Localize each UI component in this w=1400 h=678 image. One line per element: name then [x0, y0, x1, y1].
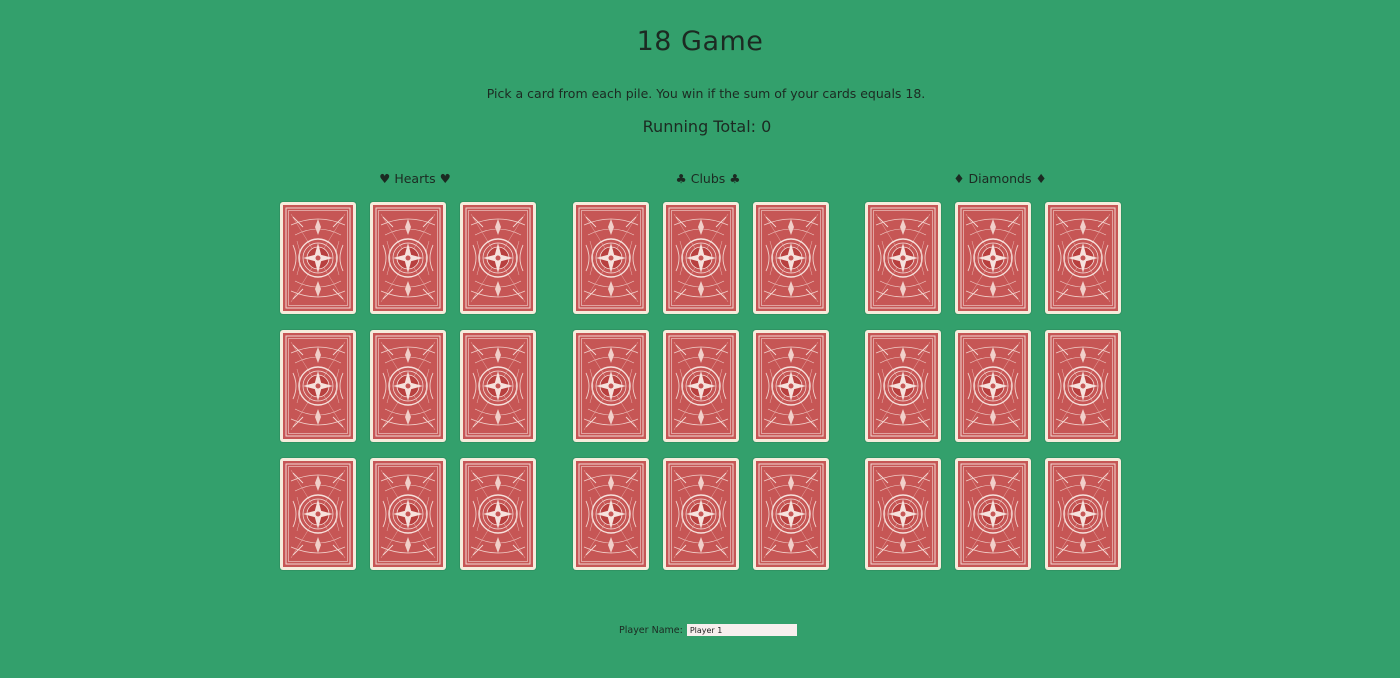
card-back[interactable]: [280, 330, 356, 442]
player-name-row: Player Name:: [619, 624, 797, 636]
card-back[interactable]: [753, 202, 829, 314]
pile-hearts: ♥ Hearts ♥: [280, 170, 550, 570]
card-back[interactable]: [460, 330, 536, 442]
card-back[interactable]: [865, 330, 941, 442]
pile-diamonds: ♦ Diamonds ♦: [865, 170, 1135, 570]
card-back[interactable]: [955, 330, 1031, 442]
card-back[interactable]: [460, 458, 536, 570]
card-back[interactable]: [955, 458, 1031, 570]
card-back[interactable]: [1045, 458, 1121, 570]
card-grid-clubs: [573, 202, 843, 570]
card-back[interactable]: [280, 458, 356, 570]
card-back[interactable]: [573, 202, 649, 314]
card-back[interactable]: [955, 202, 1031, 314]
player-name-label: Player Name:: [619, 624, 683, 636]
card-back[interactable]: [1045, 202, 1121, 314]
pile-title-diamonds: ♦ Diamonds ♦: [953, 171, 1047, 186]
card-back[interactable]: [663, 458, 739, 570]
card-back[interactable]: [370, 202, 446, 314]
card-back[interactable]: [573, 330, 649, 442]
card-grid-hearts: [280, 202, 550, 570]
card-back[interactable]: [370, 458, 446, 570]
game-title: 18 Game: [636, 26, 764, 57]
pile-title-hearts: ♥ Hearts ♥: [379, 171, 451, 186]
card-back[interactable]: [573, 458, 649, 570]
card-back[interactable]: [663, 330, 739, 442]
card-back[interactable]: [663, 202, 739, 314]
card-grid-diamonds: [865, 202, 1135, 570]
card-back[interactable]: [1045, 330, 1121, 442]
card-back[interactable]: [865, 458, 941, 570]
instructions-text: Pick a card from each pile. You win if t…: [486, 86, 926, 101]
card-back[interactable]: [280, 202, 356, 314]
card-back[interactable]: [753, 330, 829, 442]
card-back[interactable]: [865, 202, 941, 314]
card-back[interactable]: [370, 330, 446, 442]
card-back[interactable]: [460, 202, 536, 314]
player-name-input[interactable]: [686, 624, 797, 636]
card-back[interactable]: [753, 458, 829, 570]
running-total: Running Total: 0: [642, 117, 772, 136]
pile-clubs: ♣ Clubs ♣: [573, 170, 843, 570]
pile-title-clubs: ♣ Clubs ♣: [675, 171, 741, 186]
